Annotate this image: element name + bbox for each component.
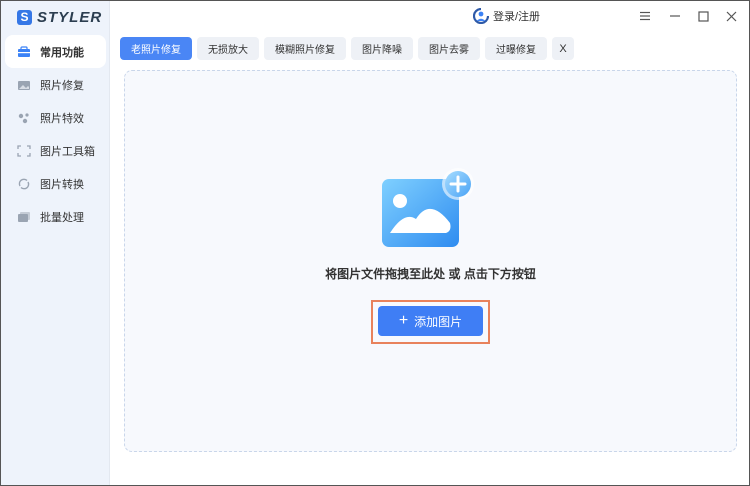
- login-label: 登录/注册: [493, 11, 541, 23]
- tab-denoise[interactable]: 图片降噪: [351, 37, 413, 60]
- login-link[interactable]: 登录/注册: [472, 7, 541, 25]
- sidebar-item-common[interactable]: 常用功能: [5, 35, 106, 68]
- add-image-label: 添加图片: [414, 314, 463, 329]
- app-name: STYLER: [37, 8, 103, 26]
- tab-dehaze[interactable]: 图片去雾: [418, 37, 480, 60]
- minimize-icon[interactable]: [668, 9, 682, 23]
- logo-icon: S: [17, 9, 32, 25]
- convert-icon: [17, 178, 31, 190]
- toolbox-icon: [17, 45, 31, 58]
- plus-icon: +: [398, 312, 409, 329]
- sidebar: S STYLER 常用功能 照片修复 照片特效 图片工具箱 图片转换 批量处理: [1, 1, 110, 485]
- sidebar-item-label: 图片工具箱: [40, 145, 95, 158]
- tab-lossless-upscale[interactable]: 无损放大: [197, 37, 259, 60]
- sidebar-item-image-convert[interactable]: 图片转换: [1, 167, 110, 200]
- crop-frame-icon: [17, 144, 31, 157]
- maximize-icon[interactable]: [696, 9, 710, 23]
- dropzone-hint: 将图片文件拖拽至此处 或 点击下方按钮: [325, 267, 536, 281]
- title-bar: 登录/注册: [110, 1, 749, 33]
- photo-repair-icon: [17, 79, 31, 91]
- sidebar-item-label: 照片修复: [40, 79, 84, 92]
- sidebar-item-label: 照片特效: [40, 112, 84, 125]
- sidebar-item-label: 批量处理: [40, 211, 84, 224]
- sidebar-item-batch[interactable]: 批量处理: [1, 200, 110, 233]
- upload-dropzone[interactable]: [124, 70, 737, 452]
- close-icon[interactable]: [724, 9, 738, 23]
- batch-icon: [17, 211, 31, 223]
- tabs-close-button[interactable]: X: [552, 37, 574, 60]
- add-image-illustration-icon: [382, 167, 482, 251]
- sidebar-item-label: 常用功能: [40, 46, 84, 59]
- sidebar-item-label: 图片转换: [40, 178, 84, 191]
- tab-old-photo-repair[interactable]: 老照片修复: [120, 37, 192, 60]
- app-logo: S STYLER: [17, 8, 103, 26]
- sidebar-nav: 常用功能 照片修复 照片特效 图片工具箱 图片转换 批量处理: [1, 35, 110, 233]
- tab-overexposure-repair[interactable]: 过曝修复: [485, 37, 547, 60]
- feature-tabs: 老照片修复 无损放大 模糊照片修复 图片降噪 图片去雾 过曝修复 X: [120, 37, 579, 61]
- sidebar-item-photo-repair[interactable]: 照片修复: [1, 68, 110, 101]
- add-image-button[interactable]: + 添加图片: [378, 306, 483, 336]
- sidebar-item-image-toolbox[interactable]: 图片工具箱: [1, 134, 110, 167]
- user-avatar-icon: [472, 7, 490, 25]
- menu-icon[interactable]: [638, 9, 652, 23]
- sparkle-icon: [17, 112, 31, 124]
- sidebar-item-photo-effects[interactable]: 照片特效: [1, 101, 110, 134]
- tab-blur-repair[interactable]: 模糊照片修复: [264, 37, 346, 60]
